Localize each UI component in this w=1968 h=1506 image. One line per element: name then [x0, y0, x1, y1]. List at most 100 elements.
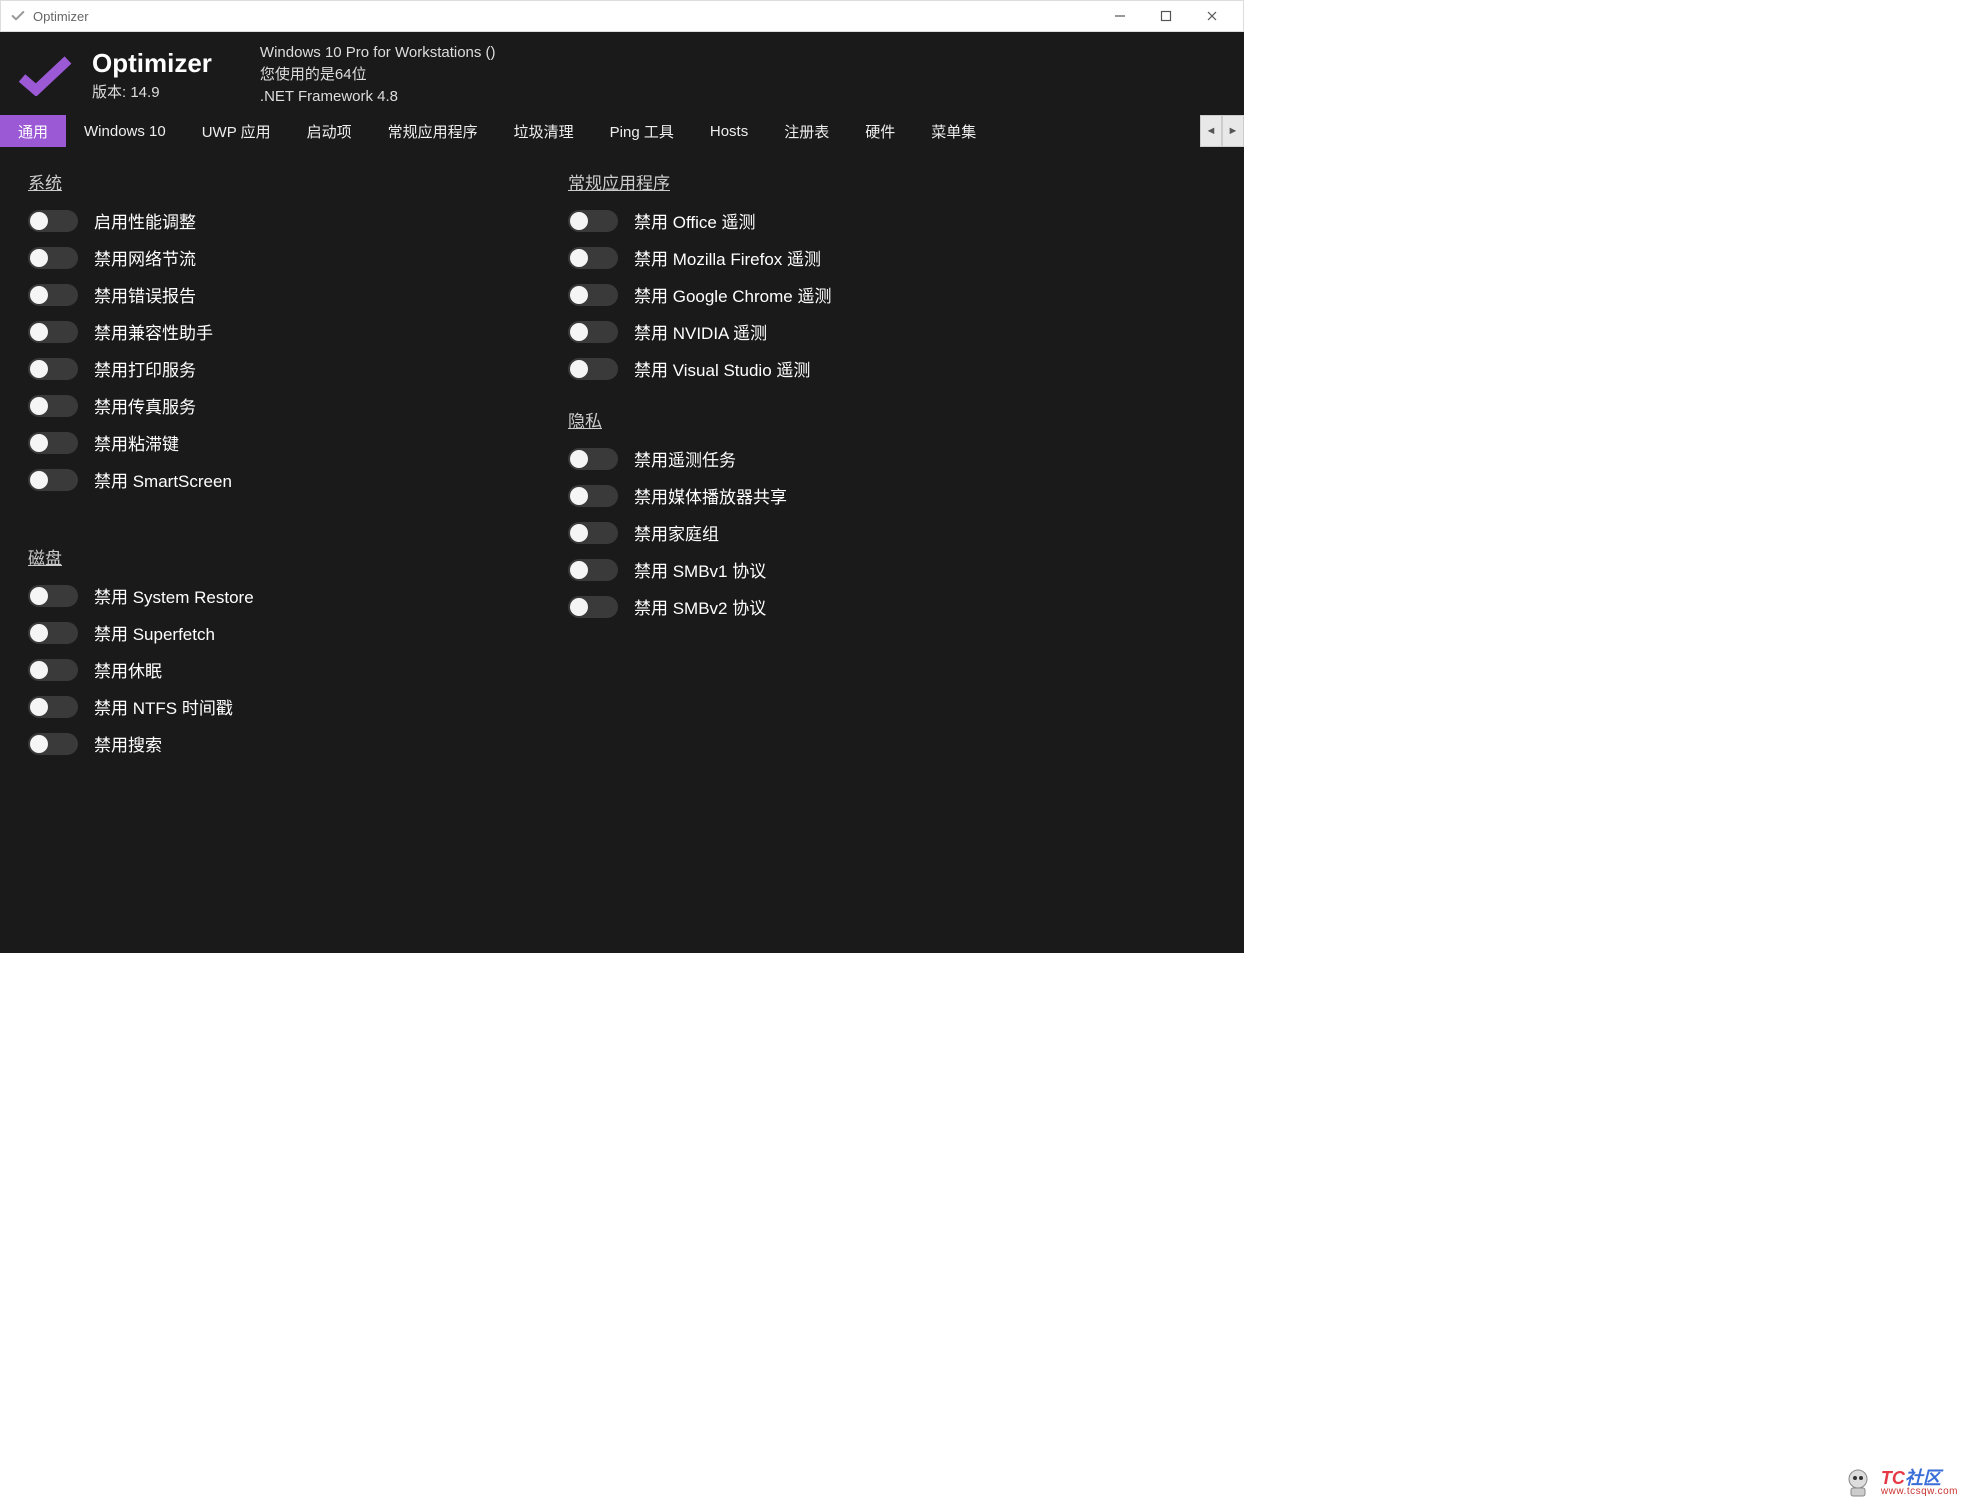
toggle-media-player-sharing[interactable] — [568, 485, 618, 507]
toggle-row: 禁用搜索 — [28, 731, 508, 756]
toggle-error-reporting[interactable] — [28, 284, 78, 306]
toggle-label: 禁用兼容性助手 — [94, 319, 213, 344]
toggle-row: 禁用 Google Chrome 遥测 — [568, 282, 1216, 307]
tab-bar: 通用 Windows 10 UWP 应用 启动项 常规应用程序 垃圾清理 Pin… — [0, 115, 1244, 147]
toggle-telemetry-tasks[interactable] — [568, 448, 618, 470]
header-info: Optimizer 版本: 14.9 — [92, 48, 212, 102]
toggle-label: 禁用网络节流 — [94, 245, 196, 270]
minimize-button[interactable] — [1097, 1, 1143, 31]
toggle-row: 禁用 SmartScreen — [28, 467, 508, 492]
toggle-label: 禁用 Google Chrome 遥测 — [634, 282, 831, 307]
toggle-row: 禁用 SMBv2 协议 — [568, 594, 1216, 619]
toggle-label: 禁用 Superfetch — [94, 620, 215, 645]
close-button[interactable] — [1189, 1, 1235, 31]
toggle-smbv1[interactable] — [568, 559, 618, 581]
toggle-compat-assistant[interactable] — [28, 321, 78, 343]
toggle-label: 禁用粘滞键 — [94, 430, 179, 455]
app-icon — [9, 7, 27, 25]
toggle-sticky-keys[interactable] — [28, 432, 78, 454]
toggle-row: 禁用错误报告 — [28, 282, 508, 307]
toggle-row: 禁用兼容性助手 — [28, 319, 508, 344]
toggle-performance[interactable] — [28, 210, 78, 232]
tab-common-apps[interactable]: 常规应用程序 — [370, 115, 496, 147]
window-controls — [1097, 1, 1235, 31]
tab-hosts[interactable]: Hosts — [692, 115, 766, 147]
header: Optimizer 版本: 14.9 Windows 10 Pro for Wo… — [0, 32, 1244, 115]
framework: .NET Framework 4.8 — [260, 86, 496, 108]
toggle-label: 禁用 SMBv2 协议 — [634, 594, 766, 619]
tab-hardware[interactable]: 硬件 — [847, 115, 913, 147]
tab-general[interactable]: 通用 — [0, 115, 66, 147]
toggle-row: 禁用 System Restore — [28, 583, 508, 608]
toggle-label: 禁用 Office 遥测 — [634, 208, 756, 233]
toggle-label: 启用性能调整 — [94, 208, 196, 233]
toggle-label: 禁用打印服务 — [94, 356, 196, 381]
tab-ping[interactable]: Ping 工具 — [592, 115, 692, 147]
toggle-office-telemetry[interactable] — [568, 210, 618, 232]
content: 系统 启用性能调整 禁用网络节流 禁用错误报告 禁用兼容性助手 禁用打印服务 禁… — [0, 147, 1244, 953]
tab-cleanup[interactable]: 垃圾清理 — [496, 115, 592, 147]
toggle-row: 禁用 Mozilla Firefox 遥测 — [568, 245, 1216, 270]
toggle-label: 禁用错误报告 — [94, 282, 196, 307]
toggle-chrome-telemetry[interactable] — [568, 284, 618, 306]
toggle-label: 禁用 SMBv1 协议 — [634, 557, 766, 582]
toggle-system-restore[interactable] — [28, 585, 78, 607]
titlebar: Optimizer — [0, 0, 1244, 32]
tab-scroll-left[interactable]: ◄ — [1200, 115, 1222, 147]
toggle-fax-service[interactable] — [28, 395, 78, 417]
maximize-button[interactable] — [1143, 1, 1189, 31]
column-right: 常规应用程序 禁用 Office 遥测 禁用 Mozilla Firefox 遥… — [568, 165, 1216, 935]
toggle-firefox-telemetry[interactable] — [568, 247, 618, 269]
toggle-superfetch[interactable] — [28, 622, 78, 644]
tab-scroll-right[interactable]: ► — [1222, 115, 1244, 147]
os-arch: 您使用的是64位 — [260, 64, 496, 86]
toggle-label: 禁用 SmartScreen — [94, 467, 232, 492]
toggle-ntfs-timestamp[interactable] — [28, 696, 78, 718]
toggle-row: 禁用 Office 遥测 — [568, 208, 1216, 233]
toggle-vs-telemetry[interactable] — [568, 358, 618, 380]
tab-startup[interactable]: 启动项 — [289, 115, 370, 147]
toggle-label: 禁用休眠 — [94, 657, 162, 682]
toggle-row: 禁用传真服务 — [28, 393, 508, 418]
toggle-hibernate[interactable] — [28, 659, 78, 681]
section-apps-title: 常规应用程序 — [568, 169, 1216, 194]
toggle-print-service[interactable] — [28, 358, 78, 380]
tab-registry[interactable]: 注册表 — [766, 115, 847, 147]
tab-uwp[interactable]: UWP 应用 — [184, 115, 289, 147]
os-name: Windows 10 Pro for Workstations () — [260, 42, 496, 64]
toggle-label: 禁用家庭组 — [634, 520, 719, 545]
toggle-row: 禁用 SMBv1 协议 — [568, 557, 1216, 582]
toggle-nvidia-telemetry[interactable] — [568, 321, 618, 343]
toggle-smartscreen[interactable] — [28, 469, 78, 491]
toggle-smbv2[interactable] — [568, 596, 618, 618]
section-privacy-title: 隐私 — [568, 407, 1216, 432]
tab-scroll: ◄ ► — [1200, 115, 1244, 147]
watermark-line1: TC社区 — [1881, 1469, 1958, 1487]
toggle-homegroup[interactable] — [568, 522, 618, 544]
tab-menu[interactable]: 菜单集 — [913, 115, 994, 147]
tab-windows10[interactable]: Windows 10 — [66, 115, 184, 147]
toggle-row: 禁用家庭组 — [568, 520, 1216, 545]
toggle-row: 禁用 NTFS 时间戳 — [28, 694, 508, 719]
app-version: 版本: 14.9 — [92, 81, 212, 102]
section-disk-title: 磁盘 — [28, 544, 508, 569]
toggle-row: 启用性能调整 — [28, 208, 508, 233]
toggle-label: 禁用 System Restore — [94, 583, 254, 608]
toggle-row: 禁用 Visual Studio 遥测 — [568, 356, 1216, 381]
toggle-row: 禁用 Superfetch — [28, 620, 508, 645]
toggle-network-throttle[interactable] — [28, 247, 78, 269]
toggle-label: 禁用 Visual Studio 遥测 — [634, 356, 810, 381]
toggle-row: 禁用打印服务 — [28, 356, 508, 381]
toggle-label: 禁用 NVIDIA 遥测 — [634, 319, 767, 344]
toggle-label: 禁用遥测任务 — [634, 446, 736, 471]
toggle-search[interactable] — [28, 733, 78, 755]
toggle-row: 禁用遥测任务 — [568, 446, 1216, 471]
toggle-row: 禁用粘滞键 — [28, 430, 508, 455]
toggle-row: 禁用 NVIDIA 遥测 — [568, 319, 1216, 344]
app-window: Optimizer 版本: 14.9 Windows 10 Pro for Wo… — [0, 32, 1244, 953]
section-system-title: 系统 — [28, 169, 508, 194]
watermark-icon — [1841, 1466, 1875, 1500]
window-title: Optimizer — [33, 9, 89, 24]
toggle-label: 禁用搜索 — [94, 731, 162, 756]
toggle-label: 禁用 NTFS 时间戳 — [94, 694, 233, 719]
